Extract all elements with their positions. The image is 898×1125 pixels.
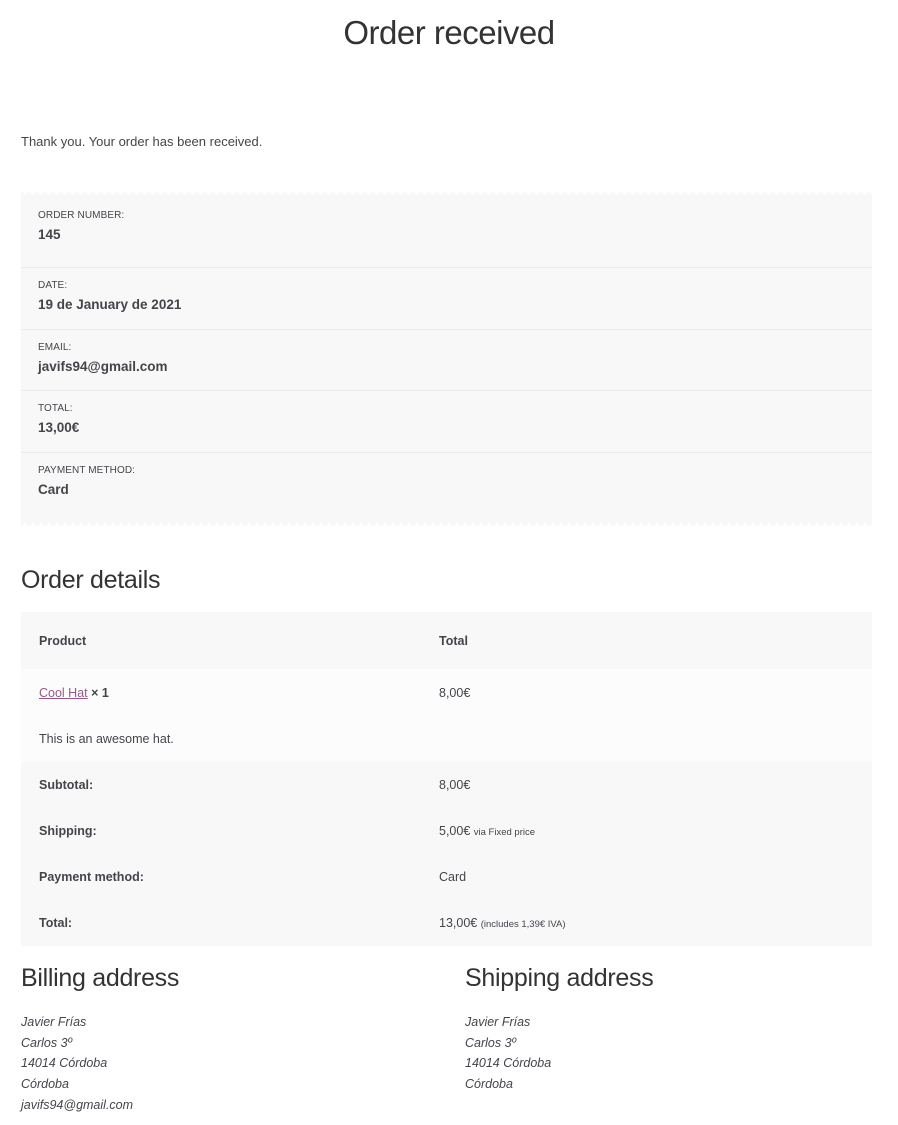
order-details-table: Product Total Cool Hat × 1 8,00€ This is…	[21, 612, 872, 946]
shipping-label: Shipping:	[39, 824, 97, 838]
product-cell: Cool Hat × 1	[21, 669, 421, 716]
product-link[interactable]: Cool Hat	[39, 686, 88, 700]
shipping-row: Shipping: 5,00€ via Fixed price	[21, 808, 872, 854]
order-details-title: Order details	[21, 566, 161, 594]
overview-value: 145	[38, 227, 61, 242]
product-quantity: × 1	[91, 685, 109, 700]
item-total: 8,00€	[439, 685, 471, 700]
order-overview: Order number: 145 Date: 19 de January de…	[21, 190, 872, 528]
overview-label: Order number:	[38, 210, 125, 221]
overview-payment-method: Payment method: Card	[21, 465, 872, 505]
subtotal-label: Subtotal:	[39, 778, 94, 792]
billing-postcode-city: 14014 Córdoba	[21, 1056, 108, 1071]
billing-street: Carlos 3º	[21, 1035, 73, 1050]
subtotal-value: 8,00€	[439, 778, 471, 792]
payment-method-row: Payment method: Card	[21, 854, 872, 900]
product-description: This is an awesome hat.	[39, 732, 174, 746]
shipping-name: Javier Frías	[465, 1015, 531, 1029]
order-total-cell: 13,00€ (includes 1,39€ IVA)	[421, 900, 872, 946]
shipping-street: Carlos 3º	[465, 1035, 517, 1050]
shipping-address: Javier Frías Carlos 3º 14014 Córdoba Cór…	[465, 1012, 551, 1095]
zigzag-border-top	[21, 190, 872, 195]
shipping-state: Córdoba	[465, 1077, 513, 1092]
zigzag-border-bottom	[21, 523, 872, 528]
overview-email: Email: javifs94@gmail.com	[21, 342, 872, 391]
billing-address-title: Billing address	[21, 964, 180, 992]
overview-date: Date: 19 de January de 2021	[21, 280, 872, 330]
overview-value: 19 de January de 2021	[38, 297, 182, 312]
column-header-total: Total	[439, 633, 468, 648]
column-header-product: Product	[39, 633, 87, 648]
payment-method-label: Payment method:	[39, 870, 144, 884]
billing-name: Javier Frías	[21, 1015, 87, 1029]
overview-label: Email:	[38, 342, 72, 353]
order-item-row: Cool Hat × 1 8,00€	[21, 669, 872, 716]
shipping-value: 5,00€	[439, 824, 471, 838]
order-total-label: Total:	[39, 916, 73, 930]
shipping-cell: 5,00€ via Fixed price	[421, 808, 872, 854]
overview-value: Card	[38, 482, 69, 497]
billing-state: Córdoba	[21, 1077, 69, 1092]
order-total-value: 13,00€	[439, 916, 478, 930]
overview-label: Total:	[38, 403, 73, 414]
order-total-row: Total: 13,00€ (includes 1,39€ IVA)	[21, 900, 872, 946]
overview-order-number: Order number: 145	[21, 210, 872, 268]
payment-method-value: Card	[439, 870, 467, 884]
order-received-notice: Thank you. Your order has been received.	[21, 134, 263, 149]
order-item-description-row: This is an awesome hat.	[21, 716, 872, 762]
billing-email: javifs94@gmail.com	[21, 1097, 134, 1112]
subtotal-row: Subtotal: 8,00€	[21, 762, 872, 808]
shipping-address-title: Shipping address	[465, 964, 654, 992]
overview-label: Date:	[38, 280, 68, 291]
overview-value: javifs94@gmail.com	[38, 359, 168, 374]
overview-value: 13,00€	[38, 420, 80, 435]
overview-total: Total: 13,00€	[21, 403, 872, 453]
page-title: Order received	[343, 14, 555, 51]
shipping-method-note: via Fixed price	[473, 827, 536, 838]
shipping-postcode-city: 14014 Córdoba	[465, 1056, 552, 1071]
billing-address: Javier Frías Carlos 3º 14014 Córdoba Cór…	[21, 1012, 133, 1116]
table-header-row: Product Total	[21, 612, 872, 669]
overview-label: Payment method:	[38, 465, 136, 476]
tax-note: (includes 1,39€ IVA)	[480, 919, 566, 930]
